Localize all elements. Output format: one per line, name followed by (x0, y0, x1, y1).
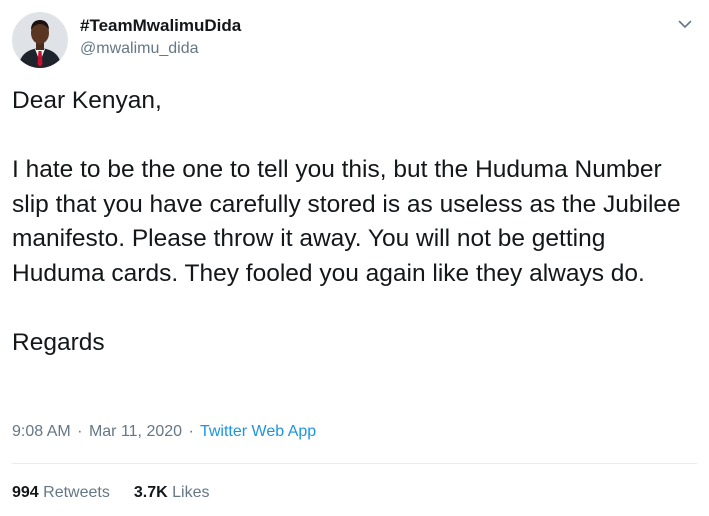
meta-separator: · (77, 423, 83, 440)
divider (12, 463, 697, 464)
meta-separator: · (188, 423, 194, 440)
author-display-name[interactable]: #TeamMwalimuDida (80, 16, 241, 36)
tweet-source-link[interactable]: Twitter Web App (200, 423, 316, 440)
tweet-meta: 9:08 AM · Mar 11, 2020 · Twitter Web App (12, 423, 316, 441)
tweet-time[interactable]: 9:08 AM (12, 423, 71, 440)
retweets-label: Retweets (43, 484, 110, 501)
tweet-card: #TeamMwalimuDida @mwalimu_dida Dear Keny… (0, 0, 709, 516)
chevron-down-icon (678, 20, 692, 28)
tweet-stats: 994 Retweets 3.7K Likes (12, 484, 209, 502)
likes-count: 3.7K (133, 484, 168, 501)
retweets-count: 994 (12, 484, 39, 501)
likes-label: Likes (172, 484, 210, 501)
author-handle[interactable]: @mwalimu_dida (80, 40, 199, 58)
retweets-stat[interactable]: 994 Retweets (12, 484, 110, 501)
avatar[interactable] (12, 12, 68, 68)
tweet-menu-button[interactable] (673, 12, 697, 36)
tweet-date[interactable]: Mar 11, 2020 (89, 423, 182, 440)
profile-photo-icon (12, 12, 68, 68)
likes-stat[interactable]: 3.7K Likes (134, 484, 210, 501)
tweet-text: Dear Kenyan, I hate to be the one to tel… (12, 87, 681, 356)
